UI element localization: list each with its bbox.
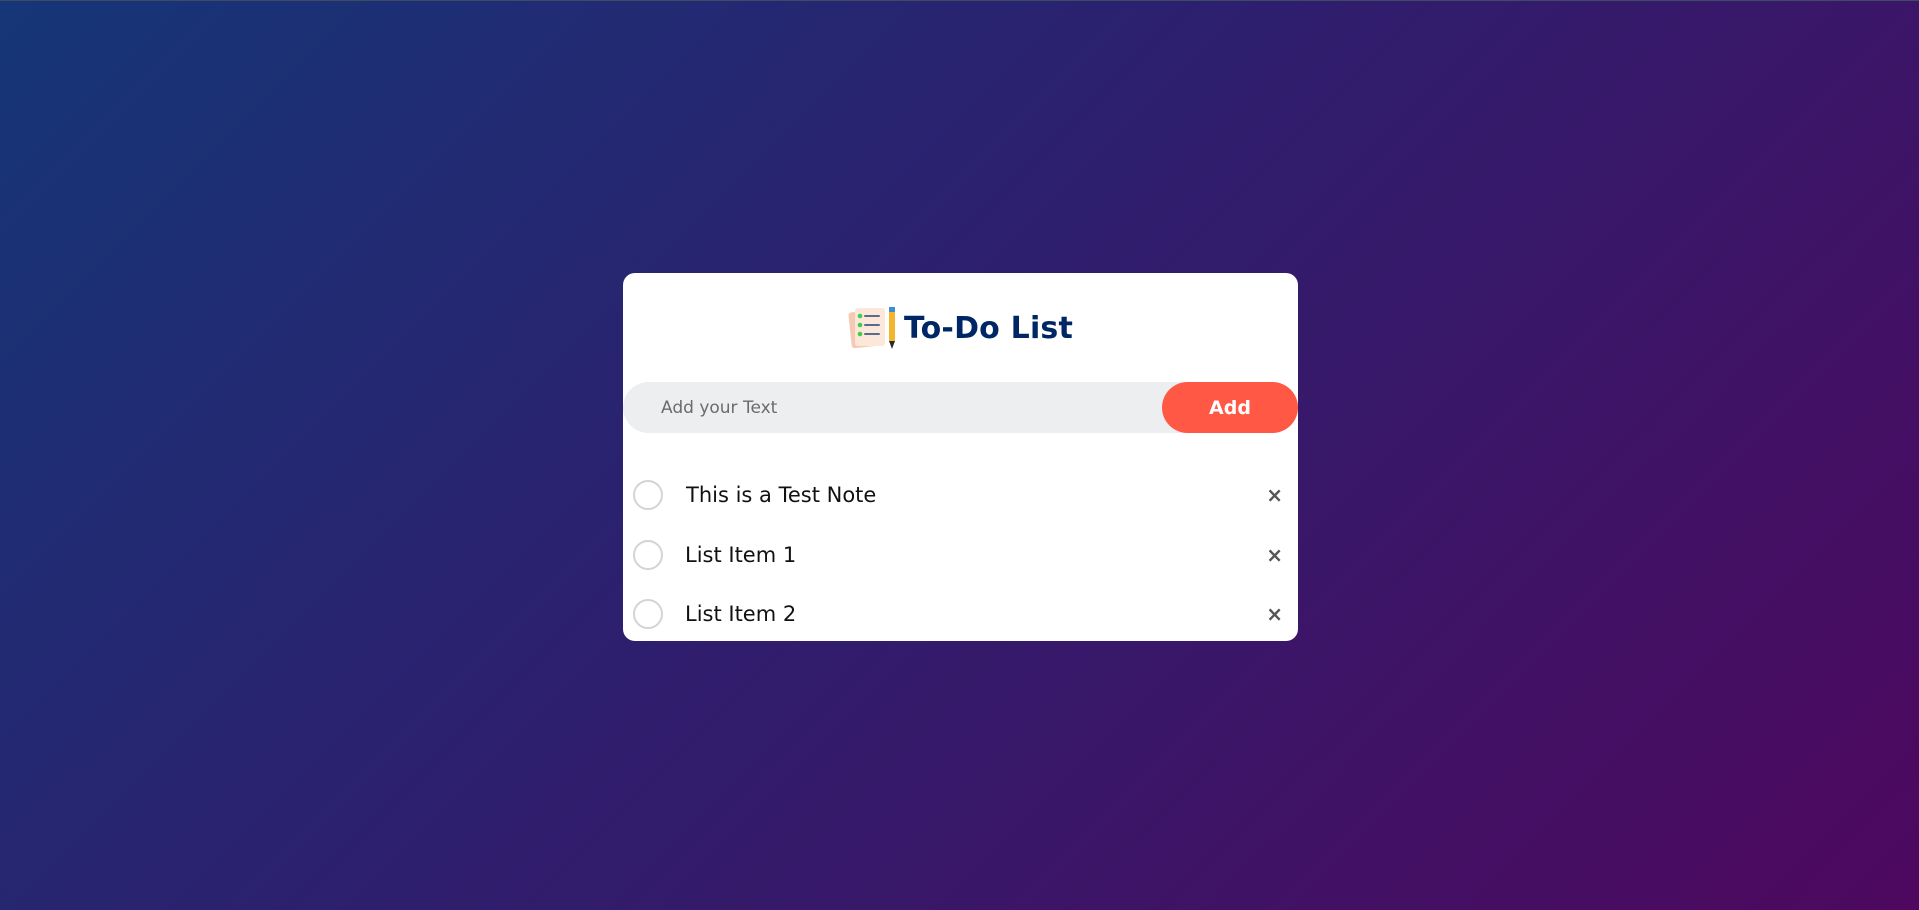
notepad-pencil-icon bbox=[848, 307, 895, 349]
checkbox-unchecked[interactable] bbox=[633, 540, 663, 570]
list-item[interactable]: List Item 1 × bbox=[623, 529, 1298, 581]
list-item[interactable]: List Item 2 × bbox=[623, 588, 1298, 640]
task-text: This is a Test Note bbox=[686, 483, 877, 507]
task-input[interactable] bbox=[623, 382, 1162, 433]
todo-app-card: To-Do List Add bbox=[623, 273, 1298, 641]
delete-task-button[interactable]: × bbox=[1266, 602, 1283, 626]
page-title: To-Do List bbox=[903, 310, 1074, 346]
delete-task-button[interactable]: × bbox=[1266, 483, 1283, 507]
add-button[interactable]: Add bbox=[1162, 382, 1298, 433]
checkbox-unchecked[interactable] bbox=[633, 599, 663, 629]
checkbox-unchecked[interactable] bbox=[633, 480, 663, 510]
window-top-edge bbox=[0, 0, 1919, 1]
delete-task-button[interactable]: × bbox=[1266, 543, 1283, 567]
task-text: List Item 1 bbox=[685, 543, 797, 567]
task-text: List Item 2 bbox=[685, 602, 797, 626]
app-header: To-Do List bbox=[623, 303, 1298, 353]
add-task-form: Add bbox=[623, 382, 1298, 433]
list-item[interactable]: This is a Test Note × bbox=[623, 469, 1298, 521]
